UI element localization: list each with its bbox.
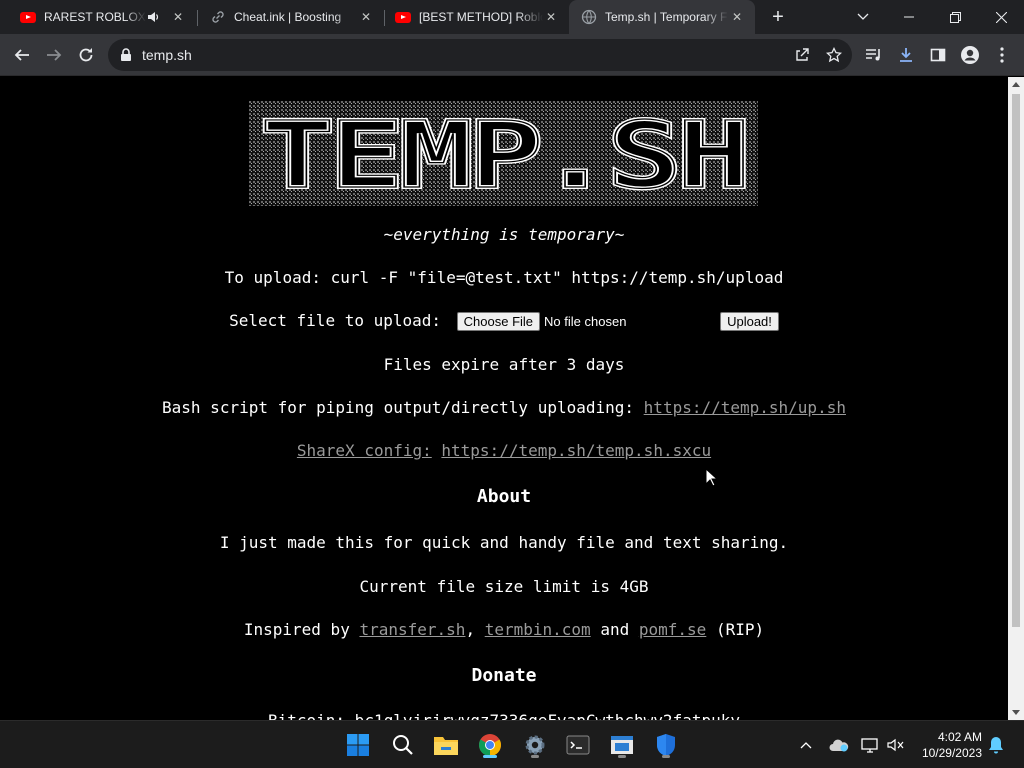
app-window-icon[interactable] — [606, 729, 638, 761]
start-icon[interactable] — [342, 729, 374, 761]
no-file-chosen-text: No file chosen — [544, 314, 627, 329]
youtube-icon — [395, 9, 411, 25]
chrome-icon[interactable] — [474, 729, 506, 761]
close-window-button[interactable] — [978, 0, 1024, 34]
clock-date: 10/29/2023 — [921, 746, 982, 760]
tab-temp-sh[interactable]: Temp.sh | Temporary F ✕ — [569, 0, 755, 34]
tab-cheat-ink[interactable]: Cheat.ink | Boosting ✕ — [198, 0, 384, 34]
link-icon — [210, 9, 226, 25]
inspired-by-line: Inspired by transfer.sh, termbin.com and… — [243, 620, 765, 639]
upload-form: Select file to upload: Choose File No fil… — [0, 311, 1008, 331]
upload-button[interactable]: Upload! — [720, 312, 779, 331]
media-control-icon[interactable] — [860, 41, 888, 69]
termbin-link[interactable]: termbin.com — [485, 620, 591, 639]
bookmark-star-icon[interactable] — [826, 47, 842, 63]
sharex-line: ShareX config: https://temp.sh/temp.sh.s… — [0, 441, 1008, 460]
kebab-menu-icon[interactable] — [988, 41, 1016, 69]
transfer-sh-link[interactable]: transfer.sh — [359, 620, 465, 639]
restore-button[interactable] — [932, 0, 978, 34]
tab-title: RAREST ROBLOX U — [44, 10, 146, 24]
sharex-config-label[interactable]: ShareX config: — [297, 441, 432, 460]
youtube-icon — [20, 9, 36, 25]
back-button[interactable] — [8, 41, 36, 69]
scroll-up-arrow-icon[interactable] — [1012, 82, 1020, 87]
tab-rarest-roblox[interactable]: RAREST ROBLOX U ✕ — [0, 0, 196, 34]
scrollbar-thumb[interactable] — [1012, 94, 1020, 627]
network-display-icon[interactable] — [860, 735, 880, 755]
upload-command: To upload: curl -F "file=@test.txt" http… — [224, 268, 784, 287]
choose-file-button[interactable]: Choose File — [456, 312, 541, 331]
windows-taskbar: 4:02 AM 10/29/2023 — [0, 720, 1024, 768]
temp-sh-logo: TEMP.SH TEMP.SH — [249, 101, 758, 206]
pomf-link[interactable]: pomf.se — [639, 620, 706, 639]
page-scrollbar[interactable] — [1008, 77, 1024, 720]
url-text: temp.sh — [142, 47, 192, 63]
inspired-by-label: Inspired by — [243, 620, 350, 639]
tab-best-method[interactable]: [BEST METHOD] Roblo ✕ — [385, 0, 569, 34]
system-clock[interactable]: 4:02 AM 10/29/2023 — [916, 729, 982, 761]
close-tab-icon[interactable]: ✕ — [170, 9, 186, 25]
share-icon[interactable] — [794, 47, 810, 63]
tab-title: Temp.sh | Temporary F — [605, 10, 728, 24]
onedrive-cloud-icon[interactable] — [829, 735, 849, 755]
forward-button[interactable] — [40, 41, 68, 69]
file-size-limit: Current file size limit is 4GB — [359, 577, 649, 596]
side-panel-icon[interactable] — [924, 41, 952, 69]
speaker-icon[interactable] — [146, 10, 160, 24]
tab-title: [BEST METHOD] Roblo — [419, 10, 543, 24]
minimize-button[interactable] — [886, 0, 932, 34]
donate-heading: Donate — [471, 665, 537, 686]
close-tab-icon[interactable]: ✕ — [729, 9, 745, 25]
bash-script-label: Bash script for piping output/directly u… — [162, 398, 635, 417]
security-shield-icon[interactable] — [650, 729, 682, 761]
notification-bell-icon[interactable] — [986, 735, 1006, 755]
clock-time: 4:02 AM — [937, 730, 982, 744]
tab-search-chevron-icon[interactable] — [840, 0, 886, 34]
lock-icon[interactable] — [120, 48, 132, 62]
volume-muted-icon[interactable] — [886, 735, 906, 755]
globe-icon — [581, 9, 597, 25]
about-text: I just made this for quick and handy fil… — [219, 533, 789, 552]
expire-notice: Files expire after 3 days — [383, 355, 625, 374]
file-explorer-icon[interactable] — [430, 729, 462, 761]
page-viewport: TEMP.SH TEMP.SH ~everything is temporary… — [0, 77, 1008, 720]
bash-script-line: Bash script for piping output/directly u… — [0, 398, 1008, 417]
tray-overflow-chevron-icon[interactable] — [796, 735, 816, 755]
bash-script-link[interactable]: https://temp.sh/up.sh — [644, 398, 846, 417]
mouse-cursor-icon — [705, 468, 719, 487]
tab-title: Cheat.ink | Boosting — [234, 10, 342, 24]
reload-button[interactable] — [72, 41, 100, 69]
profile-avatar-icon[interactable] — [956, 41, 984, 69]
new-tab-button[interactable]: + — [766, 5, 790, 29]
address-bar[interactable]: temp.sh — [108, 39, 852, 71]
search-icon[interactable] — [387, 729, 419, 761]
download-icon[interactable] — [892, 41, 920, 69]
svg-text:TEMP.SH: TEMP.SH — [260, 102, 746, 206]
terminal-icon[interactable] — [562, 729, 594, 761]
select-file-label: Select file to upload: — [229, 311, 442, 330]
bitcoin-address: Bitcoin: bc1qlvjrjrwvqz7336qeFvapCwthchw… — [0, 711, 1008, 720]
browser-toolbar: temp.sh — [0, 34, 1024, 76]
tab-strip: RAREST ROBLOX U ✕ Cheat.ink | Boosting ✕… — [0, 0, 1024, 34]
tagline: ~everything is temporary~ — [383, 225, 625, 244]
close-tab-icon[interactable]: ✕ — [358, 9, 374, 25]
scroll-down-arrow-icon[interactable] — [1012, 710, 1020, 715]
about-heading: About — [476, 486, 532, 507]
sharex-config-link[interactable]: https://temp.sh/temp.sh.sxcu — [441, 441, 711, 460]
settings-icon[interactable] — [519, 729, 551, 761]
close-tab-icon[interactable]: ✕ — [543, 9, 559, 25]
